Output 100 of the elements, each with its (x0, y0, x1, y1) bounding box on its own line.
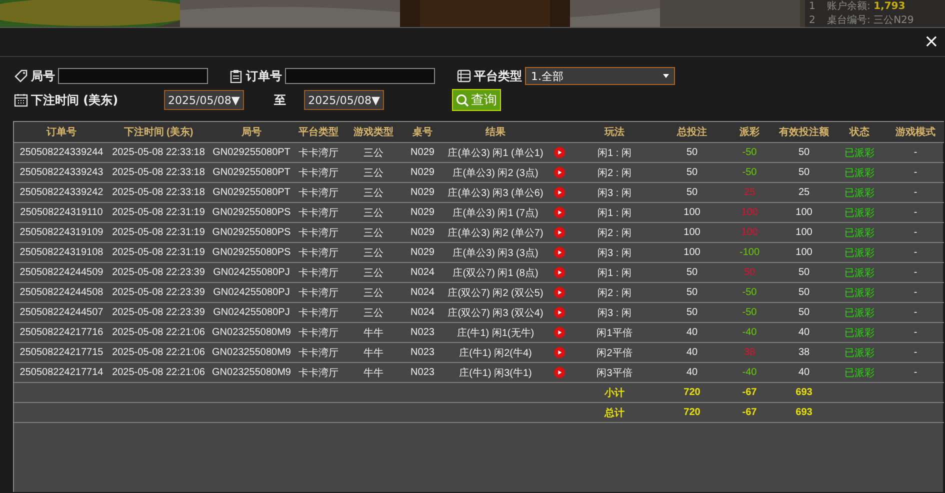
table-value: 三公N29 (874, 14, 914, 26)
total-cell: 720 (661, 382, 723, 402)
table-cell: GN023255080M9 (208, 322, 295, 342)
table-cell: - (887, 342, 944, 362)
table-cell: 庄(单公3) 闲2 (3点) (440, 162, 551, 182)
table-cell: 38 (723, 342, 776, 362)
table-cell: 庄(牛1) 闲2(牛4) (440, 342, 551, 362)
table-cell: 100 (776, 222, 832, 242)
table-cell: 闲3 : 闲 (568, 242, 661, 262)
table-cell: 250508224319108 (14, 242, 109, 262)
table-cell: N029 (405, 182, 440, 202)
table-cell: 闲1平倍 (568, 322, 661, 342)
table-cell: 卡卡湾厅 (295, 322, 342, 342)
table-cell: N029 (405, 242, 440, 262)
table-cell: 三公 (342, 282, 405, 302)
table-cell: 50 (661, 262, 723, 282)
platform-dropdown[interactable]: 1.全部 (525, 67, 675, 85)
column-header: 派彩 (723, 122, 776, 142)
table-cell: 卡卡湾厅 (295, 242, 342, 262)
order-input[interactable] (285, 68, 435, 84)
table-cell: 闲3平倍 (568, 362, 661, 382)
table-cell: 三公 (342, 202, 405, 222)
table-cell: GN029255080PS (208, 202, 295, 222)
table-cell: 250508224244508 (14, 282, 109, 302)
table-cell: GN024255080PJ (208, 302, 295, 322)
table-cell: 250508224339243 (14, 162, 109, 182)
play-icon[interactable] (554, 366, 565, 378)
column-header: 总投注 (661, 122, 723, 142)
table-cell: 闲2平倍 (568, 342, 661, 362)
table-cell: 2025-05-08 22:21:06 (109, 322, 208, 342)
table-cell: 250508224217715 (14, 342, 109, 362)
table-cell: -40 (723, 362, 776, 382)
date-to-button[interactable]: 2025/05/08▼ (304, 90, 384, 110)
table-cell: 100 (661, 202, 723, 222)
date-from-button[interactable]: 2025/05/08▼ (164, 90, 244, 110)
row-number: 2 (809, 14, 816, 27)
play-icon[interactable] (554, 306, 565, 318)
column-header: 订单号 (14, 122, 109, 142)
row-number: 1 (809, 0, 816, 14)
table-cell: GN024255080PJ (208, 262, 295, 282)
table-cell: 三公 (342, 142, 405, 162)
play-icon[interactable] (554, 166, 565, 178)
round-input[interactable] (58, 68, 208, 84)
table-cell: 50 (661, 142, 723, 162)
table-cell: 2025-05-08 22:23:39 (109, 262, 208, 282)
tag-icon (14, 69, 28, 83)
table-cell: 2025-05-08 22:23:39 (109, 302, 208, 322)
table-cell: 40 (661, 322, 723, 342)
table-cell: N029 (405, 142, 440, 162)
table-cell: 已派彩 (832, 142, 887, 162)
table-cell: 40 (776, 362, 832, 382)
round-label: 局号 (31, 68, 55, 84)
table-cell: - (887, 222, 944, 242)
table-cell: 庄(双公7) 闲1 (8点) (440, 262, 551, 282)
table-cell: 38 (776, 342, 832, 362)
table-cell: 庄(牛1) 闲1(无牛) (440, 322, 551, 342)
table-cell: 庄(单公3) 闲2 (单公7) (440, 222, 551, 242)
table-cell: - (887, 242, 944, 262)
play-icon[interactable] (554, 206, 565, 218)
table-cell: 闲3 : 闲 (568, 302, 661, 322)
table-cell: 卡卡湾厅 (295, 362, 342, 382)
table-cell: N024 (405, 262, 440, 282)
table-cell: 卡卡湾厅 (295, 342, 342, 362)
table-cell: 卡卡湾厅 (295, 302, 342, 322)
total-label: 总计 (568, 402, 661, 422)
table-cell: - (887, 182, 944, 202)
total-label: 小计 (568, 382, 661, 402)
table-cell: GN029255080PT (208, 182, 295, 202)
table-cell: 牛牛 (342, 362, 405, 382)
to-label: 至 (274, 92, 286, 108)
column-header: 桌号 (405, 122, 440, 142)
table-cell: 庄(单公3) 闲1 (7点) (440, 202, 551, 222)
play-icon[interactable] (554, 286, 565, 298)
table-cell: 25 (776, 182, 832, 202)
close-button[interactable]: × (920, 32, 943, 52)
table-cell: 卡卡湾厅 (295, 262, 342, 282)
table-cell: 2025-05-08 22:31:19 (109, 202, 208, 222)
table-cell: 2025-05-08 22:33:18 (109, 142, 208, 162)
play-icon[interactable] (554, 266, 565, 278)
table-cell: -50 (723, 162, 776, 182)
search-icon (456, 94, 469, 106)
table-cell: 庄(单公3) 闲3 (单公6) (440, 182, 551, 202)
table-cell: 已派彩 (832, 362, 887, 382)
table-cell: 2025-05-08 22:33:18 (109, 182, 208, 202)
table-cell: - (887, 262, 944, 282)
play-icon[interactable] (554, 346, 565, 358)
table-cell: 三公 (342, 302, 405, 322)
table-cell: 卡卡湾厅 (295, 162, 342, 182)
table-cell: 庄(单公3) 闲1 (单公1) (440, 142, 551, 162)
table-cell: 2025-05-08 22:31:19 (109, 222, 208, 242)
play-icon[interactable] (554, 326, 565, 338)
table-cell: 100 (776, 242, 832, 262)
balance-label: 账户余额: (827, 1, 870, 12)
play-icon[interactable] (554, 146, 565, 158)
column-header: 下注时间 (美东) (109, 122, 208, 142)
table-cell: 50 (661, 182, 723, 202)
column-header: 游戏类型 (342, 122, 405, 142)
play-icon[interactable] (554, 246, 565, 258)
play-icon[interactable] (554, 226, 565, 238)
play-icon[interactable] (554, 186, 565, 198)
